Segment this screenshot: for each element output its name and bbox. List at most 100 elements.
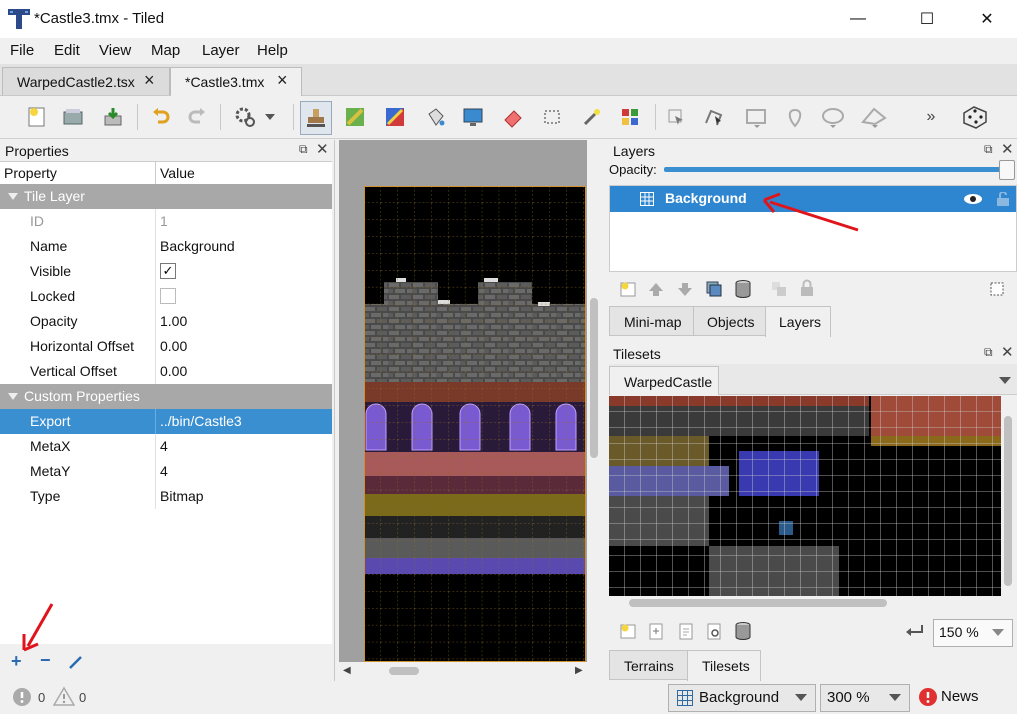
tab-castle3[interactable]: *Castle3.tmx × <box>170 67 302 96</box>
property-row-metay[interactable]: MetaY 4 <box>0 459 332 485</box>
tab-warpedcastle2[interactable]: WarpedCastle2.tsx × <box>2 67 170 95</box>
insert-rectangle-icon[interactable] <box>742 104 774 130</box>
map-zoom-select[interactable]: 300 % <box>820 684 910 712</box>
news-button[interactable]: News <box>941 688 979 705</box>
map-canvas[interactable] <box>339 140 601 662</box>
map-horizontal-scrollbar[interactable]: ◀ ▶ <box>339 662 601 679</box>
float-panel-icon[interactable]: ⧉ <box>299 142 308 157</box>
chevron-down-icon[interactable] <box>999 377 1011 385</box>
lower-layer-icon[interactable] <box>677 281 693 297</box>
locked-checkbox[interactable] <box>160 288 176 304</box>
warning-icon[interactable] <box>53 686 75 706</box>
property-value[interactable]: 0.00 <box>160 338 187 354</box>
property-value[interactable]: ../bin/Castle3 <box>160 413 242 429</box>
tileset-zoom-select[interactable]: 150 % <box>933 619 1013 647</box>
property-row-opacity[interactable]: Opacity 1.00 <box>0 309 332 335</box>
insert-ellipse-icon[interactable] <box>818 104 850 130</box>
property-row-locked[interactable]: Locked <box>0 284 332 310</box>
layer-name[interactable]: Background <box>665 190 747 206</box>
toolbar-overflow-icon[interactable]: » <box>922 104 940 130</box>
select-same-tile-icon[interactable] <box>617 104 643 130</box>
close-panel-icon[interactable]: ✕ <box>1001 140 1014 158</box>
new-layer-icon[interactable] <box>619 280 637 298</box>
merge-layer-icon[interactable] <box>770 280 788 298</box>
menu-layer[interactable]: Layer <box>202 42 240 59</box>
eye-icon[interactable] <box>963 193 983 205</box>
scroll-left-icon[interactable]: ◀ <box>343 665 351 676</box>
tab-layers[interactable]: Layers <box>765 306 831 337</box>
menu-map[interactable]: Map <box>151 42 180 59</box>
group-tile-layer[interactable]: Tile Layer <box>0 184 332 210</box>
menu-file[interactable]: File <box>10 42 34 59</box>
wang-brush-icon[interactable] <box>382 104 408 130</box>
group-custom-properties[interactable]: Custom Properties <box>0 384 332 410</box>
property-value[interactable]: Background <box>160 238 235 254</box>
redo-icon[interactable] <box>184 104 210 130</box>
property-row-export[interactable]: Export ../bin/Castle3 <box>0 409 332 435</box>
commands-gear-icon[interactable] <box>232 104 258 130</box>
tileset-vertical-scrollbar[interactable] <box>1001 396 1015 596</box>
property-value[interactable]: 1.00 <box>160 313 187 329</box>
property-value[interactable]: 4 <box>160 438 168 454</box>
property-row-horizontal-offset[interactable]: Horizontal Offset 0.00 <box>0 334 332 360</box>
duplicate-layer-icon[interactable] <box>705 280 723 298</box>
tileset-tab-warpedcastle[interactable]: WarpedCastle <box>609 366 719 395</box>
property-value[interactable]: Bitmap <box>160 488 204 504</box>
raise-layer-icon[interactable] <box>648 281 664 297</box>
menu-help[interactable]: Help <box>257 42 288 59</box>
tileset-grid[interactable] <box>609 396 1001 596</box>
bucket-fill-icon[interactable] <box>422 104 448 130</box>
tab-mini-map[interactable]: Mini-map <box>609 306 695 336</box>
menu-view[interactable]: View <box>99 42 131 59</box>
open-file-icon[interactable] <box>60 104 86 130</box>
import-tileset-icon[interactable] <box>647 622 665 640</box>
delete-layer-icon[interactable] <box>734 279 752 299</box>
close-tab-icon[interactable]: × <box>144 70 155 91</box>
current-layer-select[interactable]: Background <box>668 684 816 712</box>
save-icon[interactable] <box>100 104 126 130</box>
select-objects-icon[interactable] <box>663 104 689 130</box>
opacity-slider-handle[interactable] <box>999 160 1015 180</box>
rename-property-icon[interactable] <box>68 654 84 670</box>
rectangle-select-icon[interactable] <box>539 104 565 130</box>
minimize-button[interactable]: — <box>835 0 881 38</box>
export-tileset-icon[interactable] <box>677 622 695 640</box>
scroll-right-icon[interactable]: ▶ <box>575 665 583 676</box>
float-panel-icon[interactable]: ⧉ <box>984 142 993 157</box>
new-tileset-icon[interactable] <box>619 622 637 640</box>
tab-tilesets[interactable]: Tilesets <box>687 650 761 681</box>
lock-layer-icon[interactable] <box>799 279 815 297</box>
new-file-icon[interactable] <box>24 104 50 130</box>
chevron-down-icon[interactable] <box>262 104 278 130</box>
scroll-thumb[interactable] <box>1004 416 1012 586</box>
tab-terrains[interactable]: Terrains <box>609 650 689 680</box>
visible-checkbox[interactable]: ✓ <box>160 263 176 279</box>
property-row-metax[interactable]: MetaX 4 <box>0 434 332 460</box>
dynamic-wrapping-icon[interactable] <box>904 623 926 639</box>
stamp-brush-icon[interactable] <box>300 101 332 135</box>
insert-point-icon[interactable] <box>782 104 808 130</box>
magic-wand-icon[interactable] <box>579 104 605 130</box>
collapse-arrow-icon[interactable] <box>8 193 18 201</box>
lock-icon[interactable] <box>996 192 1010 206</box>
undo-icon[interactable] <box>148 104 174 130</box>
map-vertical-scrollbar[interactable] <box>587 140 601 662</box>
column-header-value[interactable]: Value <box>160 165 195 181</box>
collapse-arrow-icon[interactable] <box>8 393 18 401</box>
close-panel-icon[interactable]: ✕ <box>1001 343 1014 361</box>
tileset-horizontal-scrollbar[interactable] <box>609 596 1001 610</box>
eraser-icon[interactable] <box>500 104 526 130</box>
error-icon[interactable] <box>12 687 32 707</box>
remove-tileset-icon[interactable] <box>734 621 752 641</box>
map-tiles[interactable] <box>364 186 586 662</box>
property-row-name[interactable]: Name Background <box>0 234 332 260</box>
property-row-vertical-offset[interactable]: Vertical Offset 0.00 <box>0 359 332 385</box>
close-button[interactable]: ✕ <box>964 0 1010 38</box>
scroll-thumb[interactable] <box>389 667 419 675</box>
terrain-brush-icon[interactable] <box>342 104 368 130</box>
random-mode-dice-icon[interactable] <box>958 104 992 130</box>
opacity-slider[interactable] <box>664 167 1008 172</box>
property-value[interactable]: 0.00 <box>160 363 187 379</box>
scroll-thumb[interactable] <box>590 298 598 458</box>
news-alert-icon[interactable] <box>918 687 938 707</box>
